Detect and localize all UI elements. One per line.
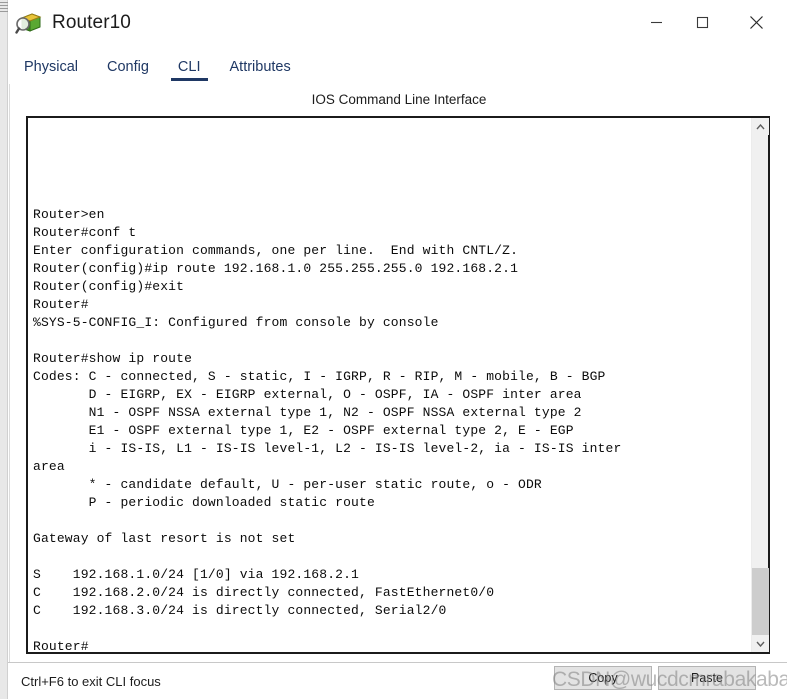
terminal-line: Router>en: [33, 207, 105, 222]
terminal-line: Enter configuration commands, one per li…: [33, 243, 519, 258]
terminal-line: N1 - OSPF NSSA external type 1, N2 - OSP…: [33, 405, 582, 420]
terminal-scrollbar[interactable]: [751, 118, 769, 652]
tab-bar: Physical Config CLI Attributes: [22, 46, 787, 84]
terminal-container: Router>en Router#conf t Enter configuratio…: [26, 116, 770, 654]
window-controls: [633, 0, 787, 45]
window-title: Router10: [52, 11, 131, 33]
window-edge-strip: [0, 0, 8, 699]
scrollbar-thumb[interactable]: [752, 568, 769, 636]
terminal-output[interactable]: Router>en Router#conf t Enter configuratio…: [28, 118, 751, 652]
copy-button[interactable]: Copy: [554, 666, 652, 690]
terminal-line: * - candidate default, U - per-user stat…: [33, 477, 542, 492]
terminal-line: C 192.168.3.0/24 is directly connected, …: [33, 603, 447, 618]
tab-cli[interactable]: CLI: [171, 59, 207, 84]
terminal-line: Router#show ip route: [33, 351, 193, 366]
title-bar: Router10: [8, 0, 787, 45]
terminal-line: area: [33, 459, 65, 474]
terminal-line: i - IS-IS, L1 - IS-IS level-1, L2 - IS-I…: [33, 441, 622, 456]
window-grip-icon: [0, 2, 8, 14]
router-cli-window: Router10 Physical Config CLI Attributes …: [0, 0, 787, 699]
terminal-line: Router#: [33, 297, 89, 312]
maximize-button[interactable]: [679, 0, 725, 45]
terminal-line: C 192.168.2.0/24 is directly connected, …: [33, 585, 495, 600]
terminal-line: Codes: C - connected, S - static, I - IG…: [33, 369, 606, 384]
terminal-line: Gateway of last resort is not set: [33, 531, 296, 546]
terminal-line: S 192.168.1.0/24 [1/0] via 192.168.2.1: [33, 567, 360, 582]
terminal-line: Router#: [33, 639, 89, 652]
tab-attributes[interactable]: Attributes: [230, 59, 291, 84]
terminal-line: Router(config)#ip route 192.168.1.0 255.…: [33, 261, 519, 276]
tab-physical[interactable]: Physical: [24, 59, 78, 84]
cli-panel: IOS Command Line Interface Router>en Rout…: [9, 84, 787, 662]
tab-config[interactable]: Config: [107, 59, 149, 84]
terminal-line: D - EIGRP, EX - EIGRP external, O - OSPF…: [33, 387, 582, 402]
terminal-line: %SYS-5-CONFIG_I: Configured from console…: [33, 315, 439, 330]
terminal-line: E1 - OSPF external type 1, E2 - OSPF ext…: [33, 423, 574, 438]
router-magnifier-icon: [15, 10, 43, 36]
chevron-up-icon[interactable]: [752, 118, 769, 135]
terminal-line: Router#conf t: [33, 225, 137, 240]
status-text: Ctrl+F6 to exit CLI focus: [21, 674, 161, 689]
terminal-line: P - periodic downloaded static route: [33, 495, 375, 510]
close-button[interactable]: [725, 0, 787, 45]
chevron-down-icon[interactable]: [752, 635, 769, 652]
paste-button[interactable]: Paste: [658, 666, 756, 690]
terminal-line: Router(config)#exit: [33, 279, 185, 294]
panel-heading: IOS Command Line Interface: [311, 92, 487, 107]
minimize-button[interactable]: [633, 0, 679, 45]
